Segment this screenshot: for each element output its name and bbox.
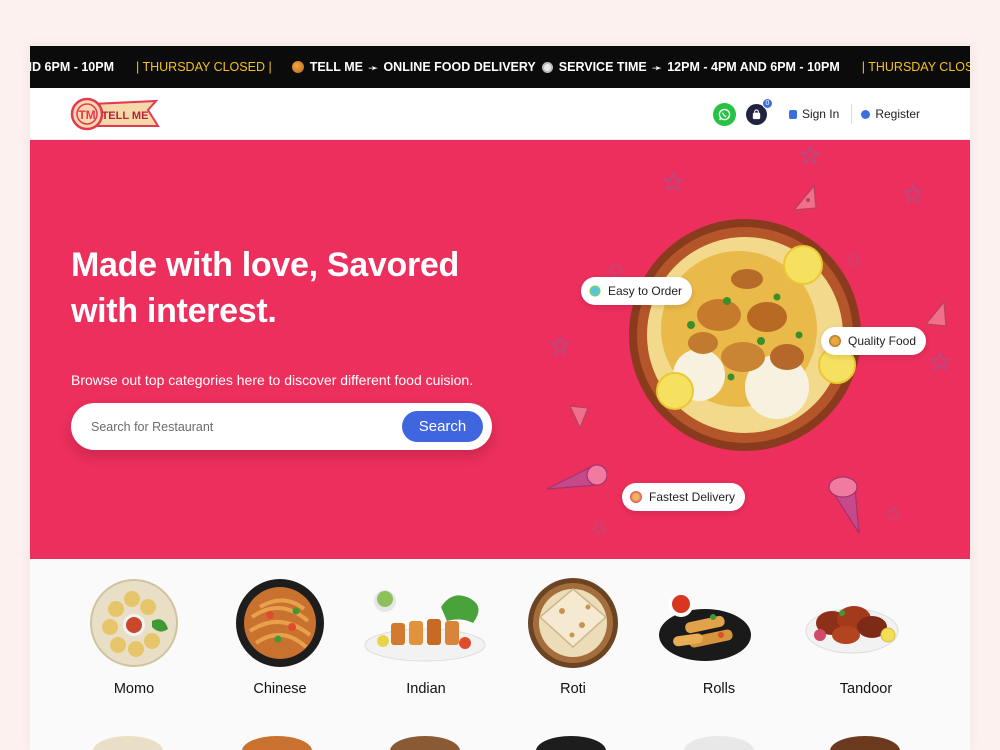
star-icon (550, 336, 570, 356)
hero-subtitle: Browse out top categories here to discov… (71, 372, 474, 388)
indian-icon (364, 590, 486, 662)
chinese-icon (236, 579, 324, 667)
category-label: Chinese (253, 681, 307, 697)
pizza-slice-icon (924, 300, 947, 327)
ticker-track: ND 6PM - 10PM | THURSDAY CLOSED | TELL M… (30, 46, 970, 88)
category-rolls[interactable]: Rolls (659, 577, 779, 697)
browser-viewport: ND 6PM - 10PM | THURSDAY CLOSED | TELL M… (30, 46, 970, 750)
ticker-item: | THURSDAY CLOSED | (136, 60, 272, 74)
category-peek (536, 736, 606, 750)
star-icon (800, 145, 820, 165)
category-peek (242, 736, 312, 750)
category-peek (684, 736, 754, 750)
ticker-item: TELL ME ➛ ONLINE FOOD DELIVERY (291, 60, 536, 75)
clock-icon (541, 61, 553, 73)
header-divider (851, 104, 853, 124)
shopping-bag-icon (752, 108, 761, 119)
category-tandoor[interactable]: Tandoor (805, 577, 926, 697)
whatsapp-icon (718, 108, 731, 120)
restaurant-search-input[interactable] (91, 403, 391, 450)
category-label: Tandoor (839, 681, 893, 697)
hero-banner: Made with love, Savored with interest. B… (30, 140, 970, 559)
svg-text:TM: TM (78, 108, 95, 122)
delivery-icon (630, 491, 642, 503)
category-label: Roti (560, 681, 586, 697)
logo-text: TELL ME (102, 110, 149, 122)
sign-in-icon (788, 109, 797, 119)
whatsapp-button[interactable] (712, 102, 736, 126)
register-icon (861, 109, 871, 119)
easy-order-icon (589, 285, 601, 297)
announcement-ticker: ND 6PM - 10PM | THURSDAY CLOSED | TELL M… (30, 46, 970, 88)
star-icon (930, 352, 950, 372)
pizza-slice-icon (569, 405, 589, 430)
gear-icon (609, 263, 623, 277)
quality-food-badge: Quality Food (821, 327, 927, 355)
register-link[interactable]: Register (861, 107, 920, 121)
ice-cream-cone-icon (828, 476, 860, 534)
rolls-icon (659, 593, 751, 661)
ticker-item: ND 6PM - 10PM (30, 60, 114, 74)
pizza-slice-icon (792, 184, 817, 211)
category-peek (93, 736, 163, 750)
easy-to-order-label: Easy to Order (608, 284, 683, 298)
category-label: Momo (113, 681, 155, 697)
fastest-delivery-label: Fastest Delivery (649, 490, 736, 504)
gear-icon (886, 507, 900, 521)
sign-in-label: Sign In (801, 107, 840, 121)
cart-count-badge: 0 (761, 97, 773, 109)
hero-title: Made with love, Savored with interest. (71, 246, 459, 330)
tandoor-icon (805, 606, 899, 654)
quality-food-label: Quality Food (848, 334, 917, 348)
gear-icon (592, 521, 606, 535)
category-label: Indian (406, 681, 446, 697)
category-chinese[interactable]: Chinese (220, 577, 340, 697)
register-label: Register (875, 107, 920, 121)
header-actions: 0 Sign In Register (712, 97, 920, 126)
sign-in-link[interactable]: Sign In (788, 107, 840, 121)
category-label: Rolls (702, 681, 736, 697)
cart-button[interactable]: 0 (745, 97, 773, 125)
ticker-item: | THURSDAY CLOSED | (861, 60, 970, 74)
star-icon (663, 172, 683, 192)
category-peek (390, 736, 460, 750)
logo-icon (291, 61, 304, 73)
ice-cream-cone-icon (546, 464, 607, 490)
ticker-item: SERVICE TIME ➛ 12PM - 4PM AND 6PM - 10PM (541, 60, 840, 75)
quality-food-icon (829, 335, 841, 347)
category-peek (830, 736, 900, 750)
fastest-delivery-badge: Fastest Delivery (622, 483, 746, 511)
roti-icon (528, 578, 618, 668)
category-indian[interactable]: Indian (364, 577, 486, 697)
tell-me-logo[interactable]: TM TELL ME (70, 96, 160, 132)
star-icon (903, 184, 923, 204)
food-categories: Momo Chinese Indian Roti Rolls Tandoor (30, 559, 970, 750)
category-roti[interactable]: Roti (513, 577, 633, 697)
easy-to-order-badge: Easy to Order (581, 277, 693, 305)
search-button[interactable]: Search (402, 411, 483, 442)
category-momo[interactable]: Momo (74, 577, 194, 697)
site-header: TM TELL ME 0 Sign In Register (30, 88, 970, 140)
momo-icon (90, 579, 178, 667)
restaurant-search-bar: Search (71, 403, 492, 450)
